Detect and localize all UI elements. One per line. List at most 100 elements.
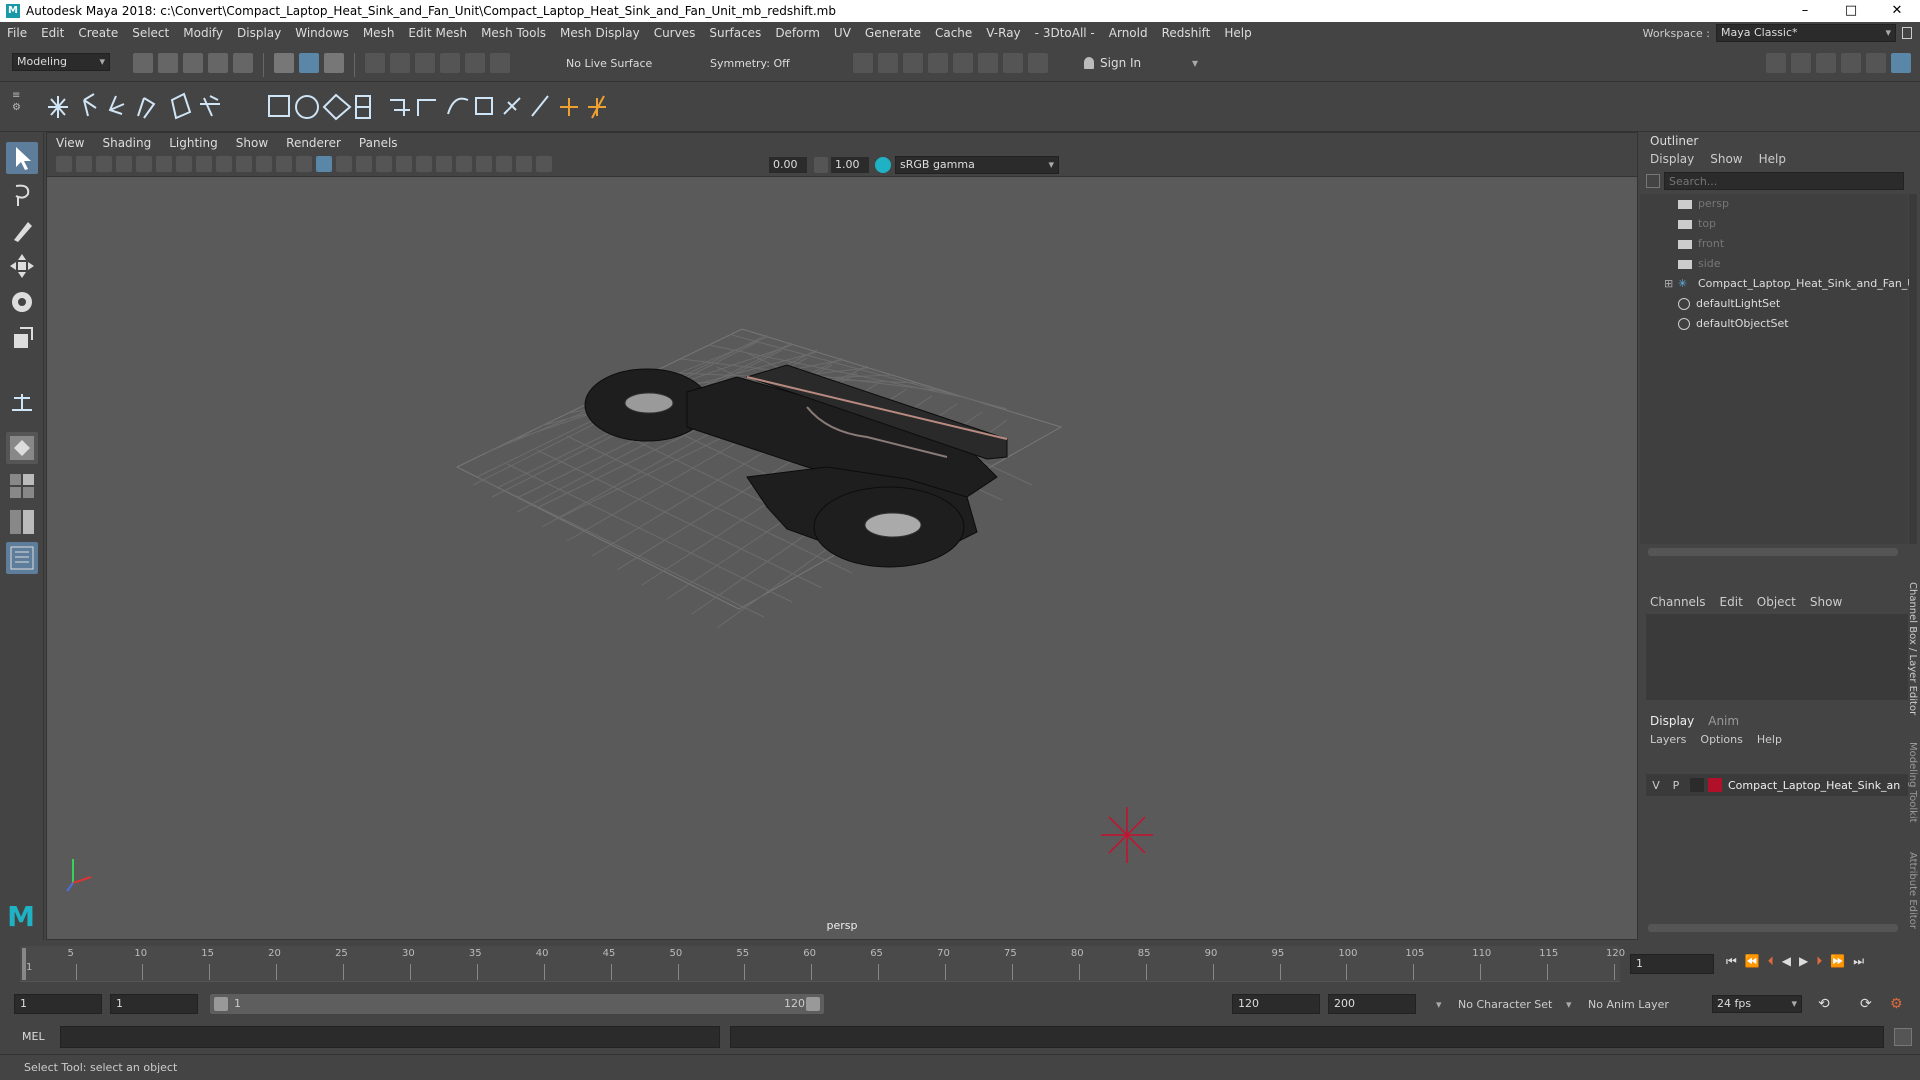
menu-display[interactable]: Display: [230, 26, 288, 40]
go-to-start-icon[interactable]: ⏮: [1726, 954, 1737, 969]
lock-icon[interactable]: [1902, 27, 1912, 39]
snap-view-plane-icon[interactable]: [440, 53, 460, 73]
menu-mesh-display[interactable]: Mesh Display: [553, 26, 647, 40]
outliner-menu-display[interactable]: Display: [1650, 152, 1694, 166]
layer-editor-icon[interactable]: [1891, 53, 1911, 73]
open-scene-icon[interactable]: [158, 53, 178, 73]
two-d-pan-zoom-icon[interactable]: [136, 156, 152, 172]
menu-generate[interactable]: Generate: [858, 26, 928, 40]
new-scene-icon[interactable]: [133, 53, 153, 73]
outliner-item-top[interactable]: top: [1640, 214, 1895, 234]
menu-deform[interactable]: Deform: [768, 26, 827, 40]
layer-visibility-toggle[interactable]: V: [1646, 779, 1666, 792]
image-plane-icon[interactable]: [116, 156, 132, 172]
auto-key-icon[interactable]: ⟳: [1860, 996, 1872, 1012]
scene-end-field[interactable]: 200: [1328, 994, 1416, 1014]
outliner-item-default-light-set[interactable]: defaultLightSet: [1640, 294, 1895, 314]
layer-tab-display[interactable]: Display: [1650, 714, 1694, 728]
horizontal-scrollbar[interactable]: [1648, 548, 1898, 556]
live-surface-label[interactable]: No Live Surface: [566, 57, 652, 70]
channel-box-side-tab[interactable]: Channel Box / Layer Editor: [1902, 582, 1918, 722]
tool-settings-icon[interactable]: [1841, 53, 1861, 73]
play-forward-icon[interactable]: ▶: [1799, 954, 1808, 969]
animation-preferences-icon[interactable]: ⚙: [1890, 996, 1903, 1012]
gamma-icon[interactable]: [814, 157, 828, 173]
filter-icon[interactable]: [1646, 174, 1660, 188]
outliner-menu-show[interactable]: Show: [1710, 152, 1742, 166]
sign-in-button[interactable]: Sign In ▾: [1084, 53, 1198, 73]
menu-surfaces[interactable]: Surfaces: [702, 26, 768, 40]
xray-joints-icon[interactable]: [516, 156, 532, 172]
hypershade-icon[interactable]: [953, 53, 973, 73]
render-view-icon[interactable]: [853, 53, 873, 73]
default-material-icon[interactable]: [336, 156, 352, 172]
camera-attributes-icon[interactable]: [76, 156, 92, 172]
close-button[interactable]: ✕: [1874, 0, 1920, 22]
undo-icon[interactable]: [208, 53, 228, 73]
character-set-menu-icon[interactable]: ▾: [1436, 998, 1442, 1011]
viewport-menu-panels[interactable]: Panels: [350, 136, 407, 150]
layer-row[interactable]: V P Compact_Laptop_Heat_Sink_an: [1646, 774, 1908, 796]
menu-redshift[interactable]: Redshift: [1155, 26, 1218, 40]
select-hierarchy-icon[interactable]: [274, 53, 294, 73]
outliner-item-side[interactable]: side: [1640, 254, 1895, 274]
render-setup-icon[interactable]: [978, 53, 998, 73]
layer-tab-anim[interactable]: Anim: [1708, 714, 1739, 728]
outliner-search-input[interactable]: [1664, 172, 1904, 190]
viewport-menu-show[interactable]: Show: [227, 136, 277, 150]
viewport-menu-renderer[interactable]: Renderer: [277, 136, 350, 150]
lights-icon[interactable]: [376, 156, 392, 172]
time-slider[interactable]: 1 5 10 15 20 25 30 35 40 45 50 55 60 65 70 75 80 85 90 95 10…: [0, 940, 1920, 990]
symmetry-dropdown[interactable]: Symmetry: Off: [710, 57, 790, 70]
gate-mask-icon[interactable]: [236, 156, 252, 172]
maximize-button[interactable]: □: [1828, 0, 1874, 22]
layers-help-menu[interactable]: Help: [1757, 733, 1782, 746]
object-menu[interactable]: Object: [1757, 595, 1796, 609]
outliner-menu-help[interactable]: Help: [1759, 152, 1786, 166]
snap-magnet-icon[interactable]: [490, 53, 510, 73]
layers-menu[interactable]: Layers: [1650, 733, 1686, 746]
menuset-dropdown[interactable]: Modeling: [12, 53, 110, 71]
scale-tool-icon[interactable]: [6, 322, 38, 354]
outliner-item-default-object-set[interactable]: defaultObjectSet: [1640, 314, 1895, 334]
fps-dropdown[interactable]: 24 fps: [1712, 995, 1802, 1013]
modeling-toolkit-icon[interactable]: [1766, 53, 1786, 73]
menu-file[interactable]: File: [0, 26, 34, 40]
film-gate-icon[interactable]: [196, 156, 212, 172]
menu-edit[interactable]: Edit: [34, 26, 71, 40]
menu-help[interactable]: Help: [1217, 26, 1258, 40]
current-frame-field[interactable]: 1: [1630, 954, 1714, 974]
field-chart-icon[interactable]: [256, 156, 272, 172]
menu-mesh-tools[interactable]: Mesh Tools: [474, 26, 553, 40]
range-start-handle[interactable]: [214, 997, 228, 1011]
view-transform-dropdown[interactable]: sRGB gamma: [895, 156, 1059, 174]
exposure-icon[interactable]: [536, 156, 552, 172]
pause-icon[interactable]: [1028, 53, 1048, 73]
menu-mesh[interactable]: Mesh: [356, 26, 402, 40]
channels-menu[interactable]: Channels: [1650, 595, 1706, 609]
wireframe-icon[interactable]: [296, 156, 312, 172]
render-frame-icon[interactable]: [878, 53, 898, 73]
safe-action-icon[interactable]: [276, 156, 292, 172]
step-forward-frame-icon[interactable]: ⏵: [1816, 954, 1822, 969]
layer-playback-toggle[interactable]: P: [1666, 779, 1686, 792]
viewport-menu-view[interactable]: View: [47, 136, 93, 150]
play-backward-icon[interactable]: ◀: [1782, 954, 1791, 969]
anti-aliasing-icon[interactable]: [456, 156, 472, 172]
grease-pencil-icon[interactable]: [156, 156, 172, 172]
ambient-occlusion-icon[interactable]: [416, 156, 432, 172]
outliner-item-front[interactable]: front: [1640, 234, 1895, 254]
menu-curves[interactable]: Curves: [647, 26, 703, 40]
outliner-item-model[interactable]: ⊞ ✳ Compact_Laptop_Heat_Sink_and_Fan_U: [1640, 274, 1915, 294]
snap-curve-icon[interactable]: [390, 53, 410, 73]
show-menu[interactable]: Show: [1810, 595, 1842, 609]
menu-3dtoall[interactable]: - 3DtoAll -: [1028, 26, 1102, 40]
move-tool-icon[interactable]: [6, 250, 38, 282]
minimize-button[interactable]: –: [1782, 0, 1828, 22]
vertical-scrollbar[interactable]: [1909, 194, 1917, 544]
step-back-frame-icon[interactable]: ⏴: [1768, 954, 1774, 969]
color-management-icon[interactable]: [875, 157, 891, 173]
scene-start-field[interactable]: 1: [14, 994, 102, 1014]
character-controls-icon[interactable]: [1791, 53, 1811, 73]
playback-start-field[interactable]: 1: [110, 994, 198, 1014]
